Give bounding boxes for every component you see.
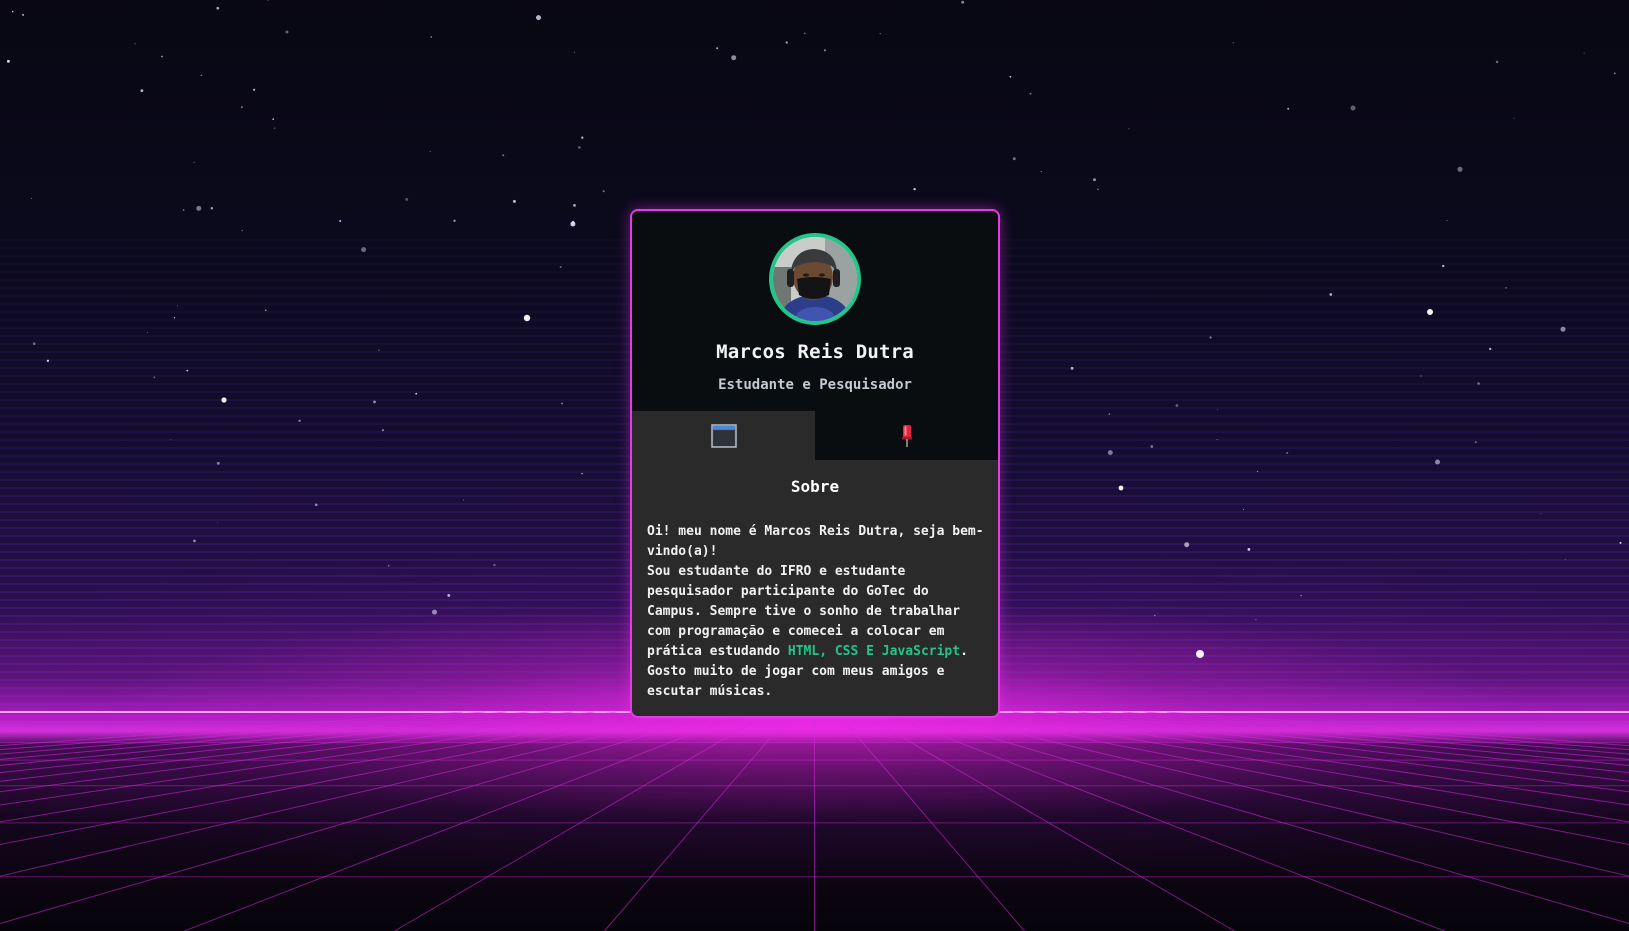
- avatar: [769, 233, 861, 325]
- section-title: Sobre: [790, 477, 840, 496]
- window-icon: [710, 423, 737, 448]
- profile-role: Estudante e Pesquisador: [718, 377, 912, 393]
- about-greeting: Oi! meu nome é Marcos Reis Dutra, seja b…: [647, 524, 984, 559]
- avatar-photo: [773, 237, 857, 321]
- tab-skills[interactable]: [815, 411, 998, 460]
- profile-name: Marcos Reis Dutra: [716, 341, 914, 363]
- tab-bar: [632, 411, 998, 460]
- card-header: Marcos Reis Dutra Estudante e Pesquisado…: [632, 211, 998, 411]
- about-highlight: HTML, CSS E JavaScript: [787, 644, 961, 659]
- tab-about[interactable]: [632, 411, 815, 460]
- about-text: Oi! meu nome é Marcos Reis Dutra, seja b…: [647, 522, 987, 702]
- pin-icon: [901, 424, 912, 447]
- profile-card: Marcos Reis Dutra Estudante e Pesquisado…: [630, 209, 1000, 718]
